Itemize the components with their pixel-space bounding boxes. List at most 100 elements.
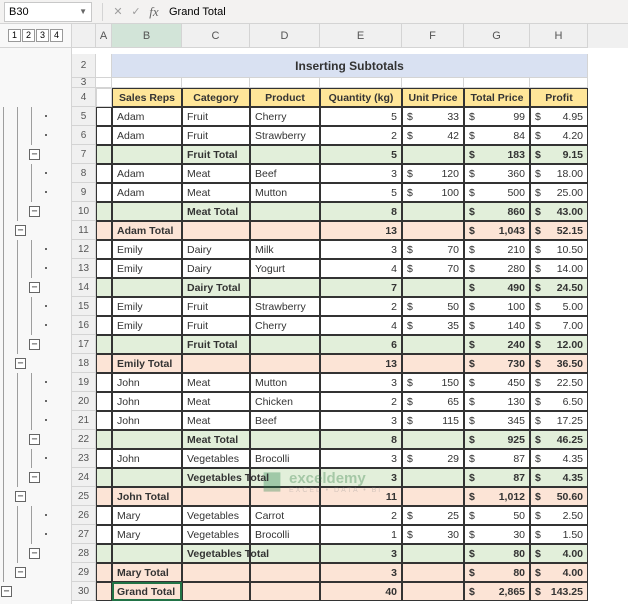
cell[interactable] (320, 78, 402, 88)
cell[interactable]: Chicken (250, 392, 320, 411)
cell[interactable]: $143.25 (530, 582, 588, 601)
cell[interactable]: $4.35 (530, 449, 588, 468)
cell[interactable] (402, 430, 464, 449)
cell[interactable] (96, 78, 112, 88)
row-header[interactable]: 10 (72, 202, 96, 221)
collapse-icon[interactable]: − (29, 434, 40, 445)
cell[interactable]: 2 (320, 297, 402, 316)
row-header[interactable]: 2 (72, 54, 96, 78)
cell[interactable]: Mary Total (112, 563, 182, 582)
cell[interactable]: $4.20 (530, 126, 588, 145)
cell[interactable]: Adam (112, 183, 182, 202)
cell[interactable]: Dairy Total (182, 278, 250, 297)
cell[interactable]: $4.00 (530, 563, 588, 582)
col-B[interactable]: B (112, 24, 182, 48)
cell[interactable] (96, 411, 112, 430)
col-H[interactable]: H (530, 24, 588, 48)
cell[interactable]: $100 (464, 297, 530, 316)
row-header[interactable]: 11 (72, 221, 96, 240)
cell[interactable] (182, 221, 250, 240)
select-all[interactable] (72, 24, 96, 48)
cell[interactable]: $87 (464, 468, 530, 487)
cell[interactable] (530, 78, 588, 88)
cell[interactable]: $30 (402, 525, 464, 544)
cell[interactable] (402, 145, 464, 164)
cell[interactable] (112, 335, 182, 354)
cell[interactable] (96, 335, 112, 354)
cell[interactable]: $80 (464, 544, 530, 563)
cell[interactable]: Meat (182, 411, 250, 430)
cell[interactable]: 1 (320, 525, 402, 544)
collapse-icon[interactable]: − (29, 206, 40, 217)
cell[interactable] (402, 544, 464, 563)
chevron-down-icon[interactable]: ▼ (79, 7, 87, 16)
col-F[interactable]: F (402, 24, 464, 48)
cell[interactable]: $120 (402, 164, 464, 183)
cell[interactable] (250, 582, 320, 601)
col-D[interactable]: D (250, 24, 320, 48)
cell[interactable]: $65 (402, 392, 464, 411)
cell[interactable]: Cherry (250, 107, 320, 126)
cell[interactable]: $33 (402, 107, 464, 126)
cell[interactable] (250, 278, 320, 297)
cell[interactable]: 3 (320, 373, 402, 392)
cell[interactable] (182, 563, 250, 582)
cell[interactable] (182, 78, 250, 88)
cell[interactable]: Vegetables Total (182, 468, 250, 487)
cell[interactable] (250, 563, 320, 582)
cell[interactable]: Brocolli (250, 449, 320, 468)
cell[interactable]: Fruit Total (182, 335, 250, 354)
cell[interactable]: $860 (464, 202, 530, 221)
cell[interactable]: 11 (320, 487, 402, 506)
cell[interactable]: John (112, 373, 182, 392)
collapse-icon[interactable]: − (29, 472, 40, 483)
cell[interactable] (250, 221, 320, 240)
row-header[interactable]: 24 (72, 468, 96, 487)
cell[interactable]: Meat (182, 183, 250, 202)
row-header[interactable]: 6 (72, 126, 96, 145)
col-E[interactable]: E (320, 24, 402, 48)
cell[interactable]: Meat Total (182, 430, 250, 449)
column-header-cell[interactable]: Category (182, 88, 250, 107)
cell[interactable]: $29 (402, 449, 464, 468)
row-header[interactable]: 5 (72, 107, 96, 126)
row-header[interactable]: 23 (72, 449, 96, 468)
cell[interactable]: $450 (464, 373, 530, 392)
cell[interactable] (96, 221, 112, 240)
cell[interactable] (250, 145, 320, 164)
row-header[interactable]: 26 (72, 506, 96, 525)
cell[interactable] (96, 525, 112, 544)
cell[interactable] (112, 278, 182, 297)
collapse-icon[interactable]: − (1, 586, 12, 597)
cell[interactable] (402, 335, 464, 354)
cell[interactable]: 3 (320, 240, 402, 259)
cell[interactable] (96, 259, 112, 278)
cell[interactable] (464, 78, 530, 88)
collapse-icon[interactable]: − (15, 491, 26, 502)
cell[interactable]: $43.00 (530, 202, 588, 221)
cell[interactable] (96, 297, 112, 316)
outline-level-4[interactable]: 4 (50, 29, 63, 42)
cell[interactable]: 8 (320, 202, 402, 221)
cell[interactable]: Brocolli (250, 525, 320, 544)
cell[interactable]: Fruit (182, 316, 250, 335)
cell[interactable] (250, 354, 320, 373)
row-header[interactable]: 18 (72, 354, 96, 373)
cell[interactable]: $6.50 (530, 392, 588, 411)
cell[interactable] (112, 202, 182, 221)
cell[interactable] (96, 183, 112, 202)
cell[interactable]: $5.00 (530, 297, 588, 316)
cell[interactable]: $22.50 (530, 373, 588, 392)
row-header[interactable]: 28 (72, 544, 96, 563)
cell[interactable]: Mutton (250, 373, 320, 392)
row-header[interactable]: 20 (72, 392, 96, 411)
cell[interactable]: Fruit (182, 297, 250, 316)
cell[interactable]: Beef (250, 164, 320, 183)
cell[interactable]: $84 (464, 126, 530, 145)
cell[interactable] (402, 468, 464, 487)
cell[interactable]: $80 (464, 563, 530, 582)
cell[interactable]: 3 (320, 563, 402, 582)
cell[interactable]: Meat (182, 392, 250, 411)
cell[interactable] (402, 221, 464, 240)
cell[interactable] (250, 430, 320, 449)
